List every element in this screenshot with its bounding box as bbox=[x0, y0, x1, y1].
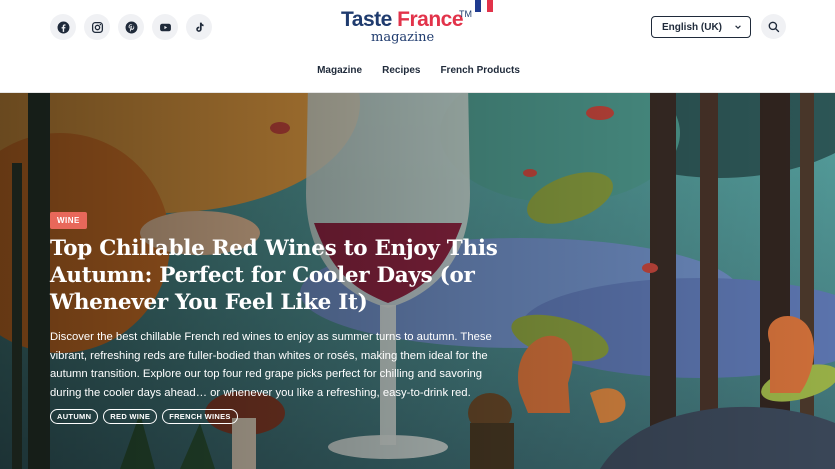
site-logo[interactable]: Taste France TM magazine bbox=[341, 6, 501, 46]
article-title[interactable]: Top Chillable Red Wines to Enjoy This Au… bbox=[50, 235, 500, 316]
facebook-icon bbox=[57, 21, 69, 33]
tag-french-wines[interactable]: FRENCH WINES bbox=[162, 409, 238, 424]
article-tags: AUTUMN RED WINE FRENCH WINES bbox=[50, 409, 238, 424]
facebook-link[interactable] bbox=[50, 14, 76, 40]
french-flag-icon bbox=[475, 0, 493, 12]
search-button[interactable] bbox=[761, 14, 786, 39]
social-links bbox=[50, 14, 212, 40]
hero-feature[interactable]: WINE Top Chillable Red Wines to Enjoy Th… bbox=[0, 93, 835, 469]
logo-taste: Taste bbox=[341, 8, 392, 31]
youtube-link[interactable] bbox=[152, 14, 178, 40]
chevron-down-icon bbox=[735, 25, 741, 29]
tag-red-wine[interactable]: RED WINE bbox=[103, 409, 158, 424]
instagram-link[interactable] bbox=[84, 14, 110, 40]
site-header: Taste France TM magazine English (UK) Ma… bbox=[0, 0, 835, 93]
pinterest-icon bbox=[125, 21, 137, 33]
logo-magazine: magazine bbox=[371, 30, 435, 45]
logo-trademark: TM bbox=[459, 9, 472, 19]
search-icon bbox=[768, 21, 779, 32]
youtube-icon bbox=[159, 23, 171, 31]
pinterest-link[interactable] bbox=[118, 14, 144, 40]
nav-item-magazine[interactable]: Magazine bbox=[317, 65, 362, 76]
article-excerpt: Discover the best chillable French red w… bbox=[50, 331, 492, 399]
logo-wordmark: Taste France bbox=[341, 8, 464, 32]
main-nav: Magazine Recipes French Products bbox=[0, 65, 835, 76]
instagram-icon bbox=[91, 21, 103, 33]
logo-france: France bbox=[397, 8, 464, 31]
language-select[interactable]: English (UK) bbox=[651, 16, 751, 38]
tag-autumn[interactable]: AUTUMN bbox=[50, 409, 99, 424]
nav-item-french-products[interactable]: French Products bbox=[440, 65, 519, 76]
language-value: English (UK) bbox=[662, 21, 722, 33]
category-badge[interactable]: WINE bbox=[50, 212, 87, 229]
tiktok-icon bbox=[195, 22, 204, 32]
tiktok-link[interactable] bbox=[186, 14, 212, 40]
nav-item-recipes[interactable]: Recipes bbox=[382, 65, 420, 76]
